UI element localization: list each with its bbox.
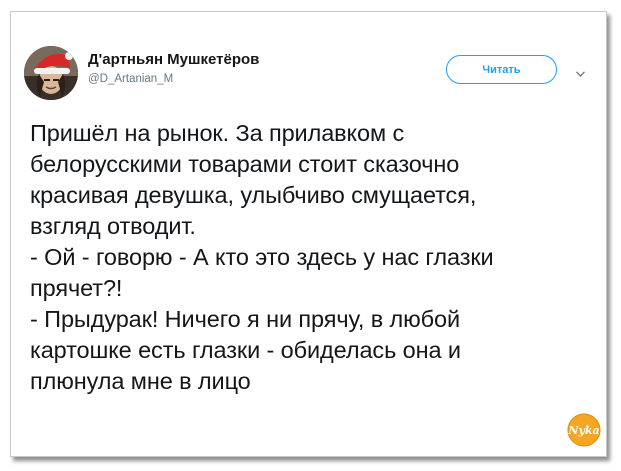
tweet-text-line: белорусскими товарами стоит сказочно [30, 151, 460, 177]
chevron-down-icon[interactable] [576, 71, 585, 77]
author-handle[interactable]: @D_Artanian_M [88, 73, 173, 85]
tweet-text-line: - Прыдурак! Ничего я ни прячу, в любой [30, 306, 460, 332]
tweet-text-line: прячет?! [30, 275, 123, 301]
tweet-text-line: плюнула мне в лицо [30, 368, 251, 394]
tweet-text-line: - Ой - говорю - А кто это здесь у нас гл… [30, 244, 494, 270]
tweet-text-line: картошке есть глазки - обиделась она и [30, 337, 461, 363]
watermark-text: Nyka [567, 424, 599, 437]
author-display-name[interactable]: Д'артньян Мушкетёров [88, 51, 259, 68]
tweet-text: Пришёл на рынок. За прилавком с белорусс… [30, 118, 590, 397]
tweet-text-line: красивая девушка, улыбчиво смущается, [30, 182, 477, 208]
tweet-text-line: Пришёл на рынок. За прилавком с [30, 120, 405, 146]
site-logo-icon: Nyka [567, 413, 601, 447]
tweet-text-line: взгляд отводит. [30, 213, 196, 239]
follow-button[interactable]: Читать [446, 55, 557, 84]
user-avatar-santa-hat-icon [24, 46, 78, 100]
avatar[interactable] [24, 46, 78, 100]
